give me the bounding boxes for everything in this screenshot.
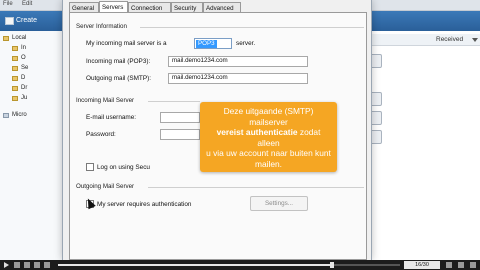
incoming-mail-label: Incoming mail (POP3): <box>86 58 151 65</box>
tree-item-deleted[interactable]: D <box>21 75 25 81</box>
callout-line-4: mailen. <box>255 158 282 169</box>
folder-icon <box>3 36 9 41</box>
callout-bold-text: vereist authenticatie <box>216 127 298 138</box>
tree-item-drafts[interactable]: Dr <box>21 85 27 91</box>
outgoing-mail-server-value: mail.demo1234.com <box>172 74 228 81</box>
microsoft-icon <box>3 113 9 118</box>
sent-icon <box>12 66 18 71</box>
incoming-mail-server-value: mail.demo1234.com <box>172 57 228 64</box>
next-icon[interactable] <box>458 262 464 268</box>
fullscreen-icon[interactable] <box>470 262 476 268</box>
inbox-icon <box>12 46 18 51</box>
stop-icon[interactable] <box>14 262 20 268</box>
incoming-mail-server-input[interactable]: mail.demo1234.com <box>168 56 308 67</box>
log-on-secure-checkbox[interactable] <box>86 163 94 171</box>
callout-line-1: Deze uitgaande (SMTP) mailserver <box>223 106 314 127</box>
chevron-down-icon <box>472 38 478 42</box>
rewind-icon[interactable] <box>24 262 30 268</box>
settings-button[interactable]: Settings... <box>250 196 308 211</box>
seek-track[interactable] <box>58 264 400 266</box>
menu-edit[interactable]: Edit <box>22 1 32 7</box>
outgoing-mail-label: Outgoing mail (SMTP): <box>86 75 151 82</box>
password-label: Password: <box>86 131 116 138</box>
outgoing-mail-server-heading: Outgoing Mail Server <box>76 183 135 190</box>
outbox-icon <box>12 56 18 61</box>
tree-item-outbox[interactable]: O <box>21 55 26 61</box>
create-mail-button[interactable]: Create <box>4 15 46 28</box>
seek-handle[interactable] <box>330 262 334 268</box>
slide-counter: 16/30 <box>404 261 440 269</box>
forward-icon[interactable] <box>34 262 40 268</box>
video-player-bar: 16/30 <box>0 260 480 270</box>
email-username-input[interactable] <box>160 112 200 123</box>
incoming-type-suffix: server. <box>236 40 256 47</box>
mail-icon <box>5 17 14 25</box>
callout-line-3: u via uw account naar buiten kunt <box>206 148 331 159</box>
previous-icon[interactable] <box>446 262 452 268</box>
seek-progress <box>58 264 332 266</box>
received-column-header[interactable]: Received <box>436 36 463 43</box>
volume-icon[interactable] <box>44 262 50 268</box>
outgoing-mail-server-input[interactable]: mail.demo1234.com <box>168 73 308 84</box>
drafts-icon <box>12 86 18 91</box>
folder-tree: Local In O Se D Dr Ju Micro <box>0 31 68 260</box>
log-on-secure-label: Log on using Secu <box>97 164 150 171</box>
email-username-label: E-mail username: <box>86 114 137 121</box>
menu-file[interactable]: File <box>3 1 13 7</box>
tree-item-inbox[interactable]: In <box>21 45 26 51</box>
tree-item-local[interactable]: Local <box>12 35 26 41</box>
play-icon[interactable] <box>4 262 9 268</box>
junk-icon <box>12 96 18 101</box>
tutorial-callout: Deze uitgaande (SMTP) mailserver vereist… <box>200 102 337 172</box>
create-mail-label: Create <box>16 17 38 24</box>
requires-authentication-label: My server requires authentication <box>97 201 192 208</box>
incoming-server-type-field[interactable]: POP3 <box>194 38 232 49</box>
tree-item-microsoft[interactable]: Micro <box>12 112 27 118</box>
message-list-header <box>372 34 480 46</box>
password-input[interactable] <box>160 129 200 140</box>
divider <box>140 27 364 28</box>
toolbar-right <box>372 11 480 31</box>
incoming-server-type-value: POP3 <box>196 40 217 48</box>
message-list <box>372 31 480 260</box>
divider <box>148 187 364 188</box>
incoming-mail-server-heading: Incoming Mail Server <box>76 97 135 104</box>
incoming-type-prefix: My incoming mail server is a <box>86 40 167 47</box>
divider <box>148 101 200 102</box>
tree-item-sent[interactable]: Se <box>21 65 28 71</box>
deleted-icon <box>12 76 18 81</box>
tree-item-junk[interactable]: Ju <box>21 95 27 101</box>
server-information-heading: Server Information <box>76 23 127 30</box>
